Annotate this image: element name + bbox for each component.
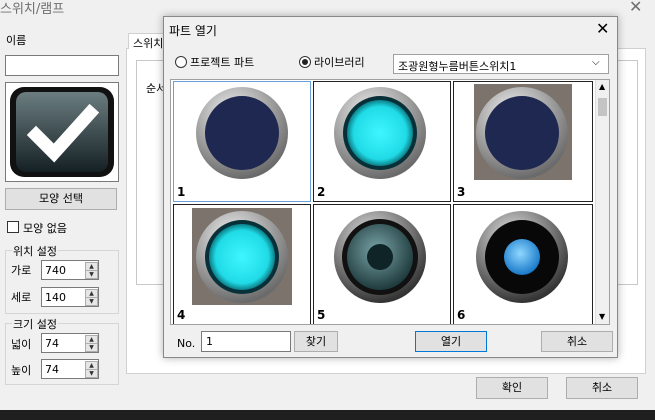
part-number: 3 (457, 185, 466, 199)
width-spin-down-icon[interactable]: ▼ (85, 343, 98, 352)
chevron-down-icon: ⌵ (592, 57, 600, 68)
width-spinner[interactable]: 74 ▲ ▼ (41, 333, 99, 353)
x-label: 가로 (11, 264, 32, 277)
ok-button[interactable]: 확인 (476, 377, 548, 399)
scroll-down-icon[interactable]: ▼ (599, 312, 605, 321)
radio-library[interactable] (299, 56, 311, 68)
scroll-thumb[interactable] (598, 98, 607, 116)
part-cell-6[interactable]: 6 (453, 204, 593, 324)
open-button[interactable]: 열기 (415, 331, 487, 352)
name-label: 이름 (6, 34, 27, 47)
tab-switch[interactable]: 스위치 (128, 33, 168, 50)
window-title: 스위치/램프 (0, 2, 65, 17)
no-label: No. (177, 337, 196, 350)
teal-ring-button-icon (334, 211, 426, 303)
part-number: 5 (317, 308, 326, 322)
x-spin-down-icon[interactable]: ▼ (85, 270, 98, 279)
name-input[interactable] (5, 55, 119, 76)
cyan-square-button-icon (192, 208, 292, 305)
part-open-dialog: 파트 열기 ✕ 프로젝트 파트 라이브러리 조광원형누름버튼스위치1 ⌵ 1 2… (163, 16, 618, 358)
part-cell-1[interactable]: 1 (173, 81, 311, 202)
no-input[interactable]: 1 (201, 331, 291, 352)
part-number: 2 (317, 185, 326, 199)
library-select[interactable]: 조광원형누름버튼스위치1 ⌵ (393, 54, 609, 74)
no-shape-checkbox[interactable] (7, 221, 19, 233)
height-spin-down-icon[interactable]: ▼ (85, 369, 98, 378)
radio-project-part[interactable] (175, 56, 187, 68)
position-group-label: 위치 설정 (12, 243, 58, 259)
window-close-icon[interactable]: ✕ (629, 0, 642, 16)
cancel-button[interactable]: 취소 (566, 377, 638, 399)
part-number: 6 (457, 308, 466, 322)
dark-navy-button-icon (196, 87, 288, 179)
shape-select-button[interactable]: 모양 선택 (5, 188, 117, 210)
radio-library-label: 라이브러리 (314, 56, 365, 69)
height-label: 높이 (11, 364, 32, 377)
part-cell-3[interactable]: 3 (453, 81, 593, 202)
find-button[interactable]: 찾기 (294, 331, 338, 352)
part-cell-4[interactable]: 4 (173, 204, 311, 324)
size-group-label: 크기 설정 (12, 316, 58, 332)
dialog-title: 파트 열기 (169, 24, 217, 38)
shape-preview (5, 82, 119, 182)
x-spinner[interactable]: 740 ▲ ▼ (41, 260, 99, 280)
cyan-lit-button-icon (334, 87, 426, 179)
height-spinner[interactable]: 74 ▲ ▼ (41, 359, 99, 379)
part-number: 1 (177, 185, 186, 199)
no-shape-label: 모양 없음 (23, 222, 67, 235)
y-spin-down-icon[interactable]: ▼ (85, 297, 98, 306)
dark-navy-square-button-icon (474, 84, 572, 180)
width-label: 넓이 (11, 338, 32, 351)
radio-project-part-label: 프로젝트 파트 (190, 56, 255, 69)
y-label: 세로 (11, 291, 32, 304)
y-spinner[interactable]: 140 ▲ ▼ (41, 287, 99, 307)
blue-dot-button-icon (476, 211, 568, 303)
scroll-up-icon[interactable]: ▲ (599, 82, 605, 91)
checkmark-preview-icon (10, 87, 114, 177)
parts-grid: 1 2 3 4 5 6 ▲ ▼ (170, 79, 610, 325)
dialog-cancel-button[interactable]: 취소 (541, 331, 613, 352)
parts-scrollbar[interactable]: ▲ ▼ (595, 80, 609, 324)
part-number: 4 (177, 308, 186, 322)
dialog-close-icon[interactable]: ✕ (596, 19, 609, 38)
part-cell-5[interactable]: 5 (313, 204, 451, 324)
part-cell-2[interactable]: 2 (313, 81, 451, 202)
